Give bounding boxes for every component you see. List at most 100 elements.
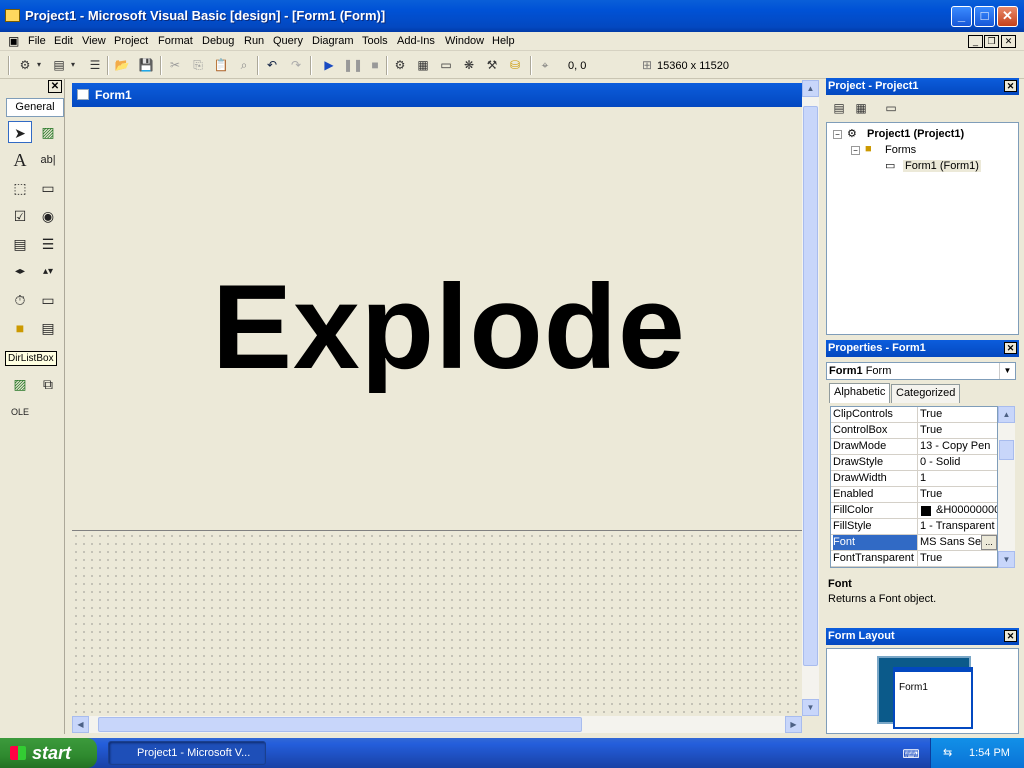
object-selector[interactable]: Form1 Form ▼ [826, 362, 1016, 380]
frame-tool-icon[interactable]: ⬚ [8, 177, 32, 199]
filelistbox-tool-icon[interactable]: ▤ [36, 317, 60, 339]
combo-arrow-icon[interactable]: ▼ [999, 363, 1015, 379]
add-form-icon[interactable]: ▤ [50, 56, 68, 74]
property-value[interactable]: 1 - Transparent [919, 520, 997, 532]
menu-format[interactable]: Format [158, 35, 193, 47]
menu-view[interactable]: View [82, 35, 106, 47]
form-client-area[interactable]: Explode [72, 107, 802, 531]
dropdown-arrow-icon[interactable]: ▾ [34, 56, 44, 74]
checkbox-tool-icon[interactable]: ☑ [8, 205, 32, 227]
property-row[interactable]: ClipControls True [831, 407, 997, 423]
property-row[interactable]: Font MS Sans Ser... [831, 535, 997, 551]
dropdown-arrow-icon[interactable]: ▾ [68, 56, 78, 74]
menu-editor-icon[interactable]: ☰ [86, 56, 104, 74]
scroll-up-icon[interactable]: ▲ [998, 406, 1015, 423]
property-value[interactable]: True [919, 424, 997, 436]
explode-label[interactable]: Explode [212, 267, 686, 387]
start-button[interactable]: start [0, 738, 97, 768]
project-explorer-close-icon[interactable]: ✕ [1004, 80, 1017, 92]
scroll-right-icon[interactable]: ▶ [785, 716, 802, 733]
properties-window-icon[interactable]: ▦ [414, 56, 432, 74]
menu-project[interactable]: Project [114, 35, 148, 47]
mdi-minimize-button[interactable]: _ [968, 35, 983, 48]
property-row[interactable]: FontTransparent True [831, 551, 997, 567]
properties-close-icon[interactable]: ✕ [1004, 342, 1017, 354]
menu-add-ins[interactable]: Add-Ins [397, 35, 435, 47]
font-ellipsis-button[interactable]: ... [981, 535, 997, 550]
menu-edit[interactable]: Edit [54, 35, 73, 47]
break-icon[interactable]: ❚❚ [343, 56, 363, 74]
start-icon[interactable]: ▶ [320, 56, 338, 74]
menu-window[interactable]: Window [445, 35, 484, 47]
scroll-down-icon[interactable]: ▼ [802, 699, 819, 716]
vertical-scroll-thumb[interactable] [803, 106, 818, 666]
property-value[interactable]: 1 [919, 472, 997, 484]
property-value[interactable]: 0 - Solid [919, 456, 997, 468]
add-project-icon[interactable]: ⚙ [16, 56, 34, 74]
close-button[interactable]: ✕ [997, 6, 1018, 27]
layout-form-preview[interactable]: Form1 [893, 667, 973, 729]
menu-run[interactable]: Run [244, 35, 264, 47]
data-tool-icon[interactable]: ⧉ [36, 373, 60, 395]
title-bar[interactable]: Project1 - Microsoft Visual Basic [desig… [0, 0, 1024, 32]
menu-debug[interactable]: Debug [202, 35, 234, 47]
menu-file[interactable]: File [28, 35, 46, 47]
find-icon[interactable]: ⌕ [235, 56, 253, 74]
mdi-restore-button[interactable]: ❐ [984, 35, 999, 48]
copy-icon[interactable]: ⎘ [189, 56, 207, 74]
tab-alphabetic[interactable]: Alphabetic [829, 383, 891, 403]
network-tray-icon[interactable]: ⇆ [943, 738, 952, 768]
properties-header[interactable]: Properties - Form1 ✕ [826, 340, 1019, 357]
designer-horizontal-scrollbar[interactable]: ◀ ▶ [72, 716, 802, 733]
undo-icon[interactable]: ↶ [263, 56, 281, 74]
property-row[interactable]: DrawStyle 0 - Solid [831, 455, 997, 471]
hscrollbar-tool-icon[interactable]: ◂▸ [8, 261, 32, 283]
dirlistbox-tool-icon[interactable]: ■ [8, 317, 32, 339]
property-row[interactable]: DrawWidth 1 [831, 471, 997, 487]
property-row[interactable]: ControlBox True [831, 423, 997, 439]
designer-vertical-scrollbar[interactable]: ▲ ▼ [802, 80, 819, 716]
property-row[interactable]: DrawMode 13 - Copy Pen [831, 439, 997, 455]
toolbox-icon[interactable]: ⚒ [483, 56, 501, 74]
object-browser-icon[interactable]: ❋ [460, 56, 478, 74]
textbox-tool-icon[interactable]: ab| [36, 149, 60, 171]
tab-categorized[interactable]: Categorized [891, 384, 961, 403]
redo-icon[interactable]: ↷ [287, 56, 305, 74]
property-row[interactable]: Enabled True [831, 487, 997, 503]
property-value[interactable]: True [919, 552, 997, 564]
cut-icon[interactable]: ✂ [166, 56, 184, 74]
vscrollbar-tool-icon[interactable]: ▴▾ [36, 261, 60, 283]
listbox-tool-icon[interactable]: ☰ [36, 233, 60, 255]
image-tool-icon[interactable]: ▨ [8, 373, 32, 395]
project-root-item[interactable]: Project1 (Project1) [867, 128, 964, 140]
menu-query[interactable]: Query [273, 35, 303, 47]
toolbox-general-tab[interactable]: General [6, 98, 64, 117]
picturebox-tool-icon[interactable]: ▨ [36, 121, 60, 143]
form-layout-close-icon[interactable]: ✕ [1004, 630, 1017, 642]
taskbar-item-vb[interactable]: Project1 - Microsoft V... [108, 741, 266, 765]
property-value[interactable]: &H00000000 [935, 504, 997, 516]
drivelistbox-tool-icon[interactable]: ▭ [36, 289, 60, 311]
ole-tool-icon[interactable]: OLE [8, 401, 32, 423]
keyboard-tray-icon[interactable]: ⌨ [902, 745, 920, 763]
collapse-icon[interactable]: − [833, 130, 842, 139]
property-row[interactable]: FillColor &H00000000 [831, 503, 997, 519]
scroll-up-icon[interactable]: ▲ [802, 80, 819, 97]
scroll-down-icon[interactable]: ▼ [998, 551, 1015, 568]
scroll-left-icon[interactable]: ◀ [72, 716, 89, 733]
optionbutton-tool-icon[interactable]: ◉ [36, 205, 60, 227]
pointer-tool-icon[interactable]: ➤ [8, 121, 32, 143]
toggle-folders-icon[interactable]: ▭ [882, 99, 900, 117]
designer-grid-area[interactable] [72, 532, 802, 716]
timer-tool-icon[interactable]: ⏱ [8, 289, 32, 311]
open-project-icon[interactable]: 📂 [113, 56, 131, 74]
data-view-icon[interactable]: ⛁ [506, 56, 524, 74]
maximize-button[interactable]: □ [974, 6, 995, 27]
property-value[interactable]: True [919, 408, 997, 420]
form-title-bar[interactable]: Form1 [72, 83, 802, 107]
label-tool-icon[interactable]: A [8, 149, 32, 171]
menu-tools[interactable]: Tools [362, 35, 388, 47]
project-explorer-icon[interactable]: ⚙ [391, 56, 409, 74]
toolbox-close-button[interactable]: ✕ [48, 80, 62, 93]
clock[interactable]: 1:54 PM [969, 738, 1010, 768]
